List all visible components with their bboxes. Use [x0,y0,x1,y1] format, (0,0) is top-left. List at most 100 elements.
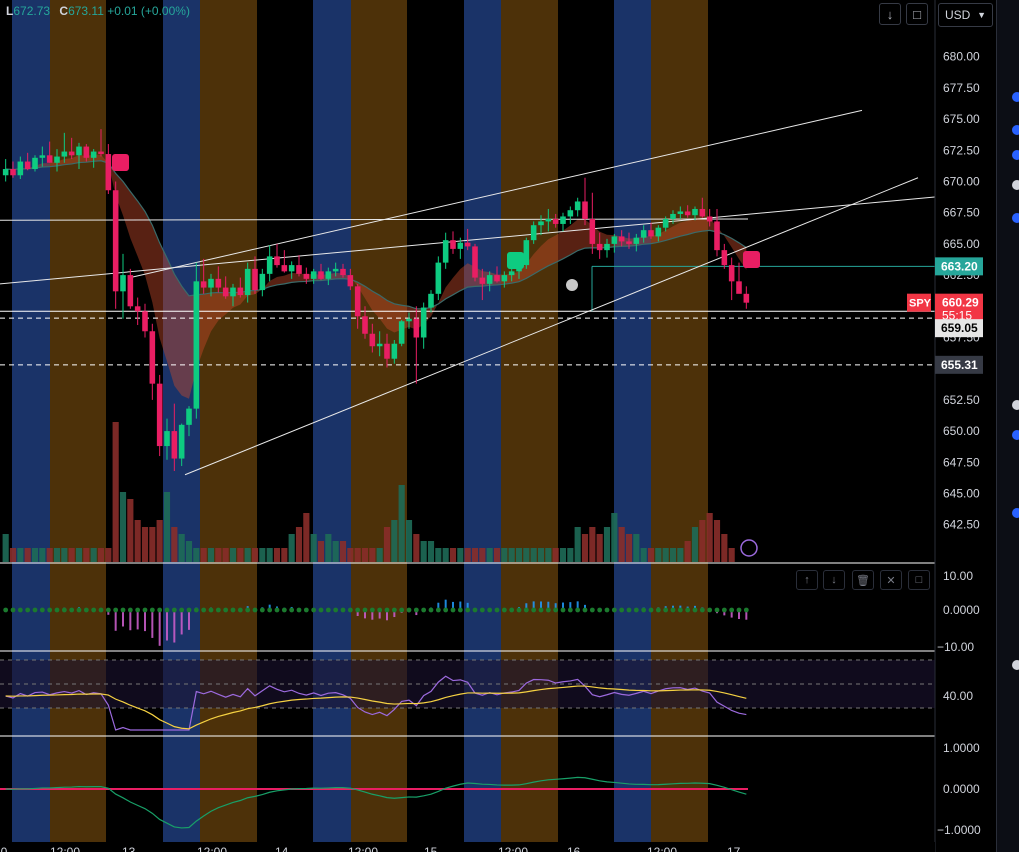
volume-bar [141,527,149,562]
candle-body [442,240,449,263]
currency-select[interactable]: USD ▼ [938,3,993,27]
osc-zero-dot [699,607,705,613]
price-tick-label: 670.00 [943,175,980,189]
volume-bar [317,541,325,562]
volume-bar [112,422,119,562]
reset-icon: □ [913,6,921,22]
watchlist-dot[interactable] [1012,400,1019,410]
pane-move-down-button[interactable]: ↓ [823,570,845,590]
candle-body [17,161,24,176]
osc-zero-dot [10,607,16,613]
price-chart[interactable]: 680.00 677.50 675.00 672.50 670.00 667.50 665.… [0,0,1019,852]
volume-bar [449,548,457,562]
osc-zero-dot [560,607,566,613]
volume-bar [222,548,229,562]
candle-body [362,316,368,334]
volume-bar [706,513,713,562]
osc-zero-dot [17,607,23,613]
volume-bar [46,548,53,562]
candle-body [530,225,537,241]
candle-body [508,271,515,276]
osc-zero-dot [208,607,214,613]
candle-body [538,221,544,226]
osc-zero-dot [545,607,551,613]
osc-zero-dot [259,607,265,613]
candle-body [699,208,706,217]
candle-body [230,287,236,297]
candle-body [303,273,310,279]
volume-bar [97,548,105,562]
reset-chart-button[interactable]: □ [906,3,928,25]
candle-body [32,157,38,170]
volume-bar [655,548,662,562]
ohlc-legend: L672.73 C673.11 +0.01 (+0.00%) [0,4,190,18]
price-tick-label: 667.50 [943,206,980,220]
osc-zero-dot [743,607,749,613]
candle-body [618,236,625,242]
time-tick-label: 15 [424,845,438,852]
volume-bar [9,548,17,562]
volume-bar [574,527,581,562]
volume-bar [479,548,486,562]
watchlist-dot[interactable] [1012,508,1019,518]
candle-body [149,331,156,384]
volume-bar [427,541,435,562]
watchlist-dot[interactable] [1012,660,1019,670]
osc-zero-dot [707,607,713,613]
watchlist-dot[interactable] [1012,92,1019,102]
osc-zero-dot [479,607,485,613]
volume-bar [545,548,552,562]
candle-body [193,281,200,409]
volume-bar [39,548,46,562]
osc-zero-dot [83,607,89,613]
volume-bar [134,520,141,562]
macd-tick-label: −1.0000 [937,823,981,837]
osc-zero-dot [157,607,163,613]
price-tick-label: 652.50 [943,393,980,407]
candle-body [714,221,720,251]
volume-bar [149,527,156,562]
volume-bar [713,520,721,562]
volume-bar [596,534,603,562]
pane-move-up-button[interactable]: ↑ [796,570,818,590]
osc-tick-label: −10.00 [937,640,974,654]
osc-zero-dot [303,607,309,613]
candle-body [332,268,339,272]
time-tick-label: 12:00 [498,845,528,852]
watchlist-dot[interactable] [1012,430,1019,440]
pane-reset-button[interactable]: □ [908,570,930,590]
candle-body [486,275,493,284]
pane-collapse-button[interactable]: ✕ [880,570,902,590]
volume-bar [105,548,112,562]
osc-zero-dot [567,607,573,613]
candle-body [24,161,31,170]
level-1-tag: 663.20 [941,259,978,273]
volume-bar [310,534,317,562]
osc-zero-dot [582,607,588,613]
candle-body [244,268,251,296]
watchlist-dot[interactable] [1012,125,1019,135]
osc-zero-dot [685,607,691,613]
osc-zero-dot [589,607,595,613]
candle-body [10,169,16,176]
volume-bar [603,527,611,562]
candle-body [274,256,280,266]
osc-zero-dot [597,607,603,613]
price-tick-label: 650.00 [943,424,980,438]
pane-delete-button[interactable]: 🗑 [852,570,874,590]
watchlist-dot[interactable] [1012,180,1019,190]
session-band [50,0,106,852]
volume-bar [405,520,413,562]
volume-bar [31,548,39,562]
watchlist-dot[interactable] [1012,150,1019,160]
volume-bar [273,548,281,562]
osc-zero-dot [47,607,53,613]
candle-body [721,250,728,266]
volume-bar [127,499,134,562]
osc-zero-dot [54,607,60,613]
scroll-to-latest-button[interactable]: ↓ [879,3,901,25]
candle-body [340,268,346,276]
watchlist-dot[interactable] [1012,213,1019,223]
osc-zero-dot [362,607,368,613]
candle-body [46,155,53,163]
